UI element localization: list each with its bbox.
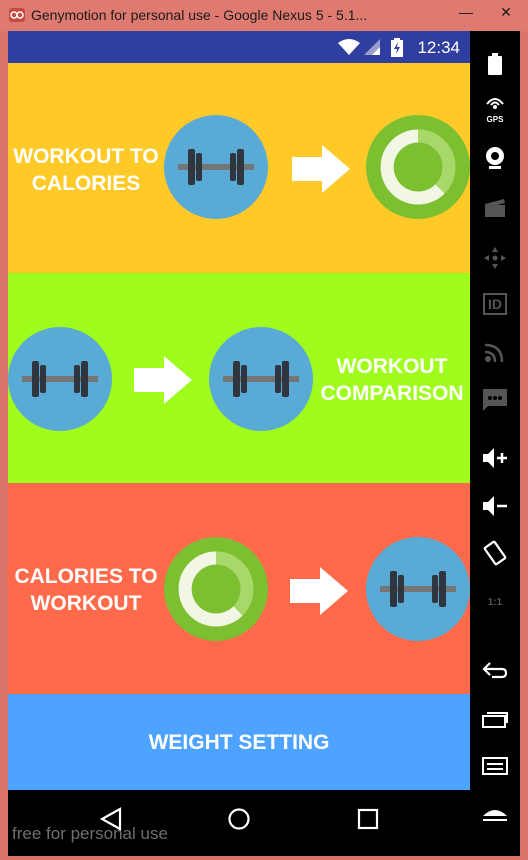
weight-setting-button[interactable]: WEIGHT SETTING	[8, 694, 470, 790]
volume-down-icon[interactable]	[470, 489, 520, 523]
dumbbell-icon	[8, 327, 112, 431]
gps-label: GPS	[486, 115, 504, 124]
dumbbell-icon	[366, 537, 470, 641]
genymotion-logo-icon	[9, 8, 25, 22]
id-label: ID	[483, 293, 507, 315]
arrow-right-icon	[290, 567, 348, 615]
weight-setting-label: WEIGHT SETTING	[148, 731, 330, 754]
gps-icon[interactable]: GPS	[470, 93, 520, 129]
window-titlebar: Genymotion for personal use - Google Nex…	[0, 0, 528, 31]
label-line-2: CALORIES	[31, 172, 141, 195]
menu-icon[interactable]	[470, 749, 520, 783]
volume-up-icon[interactable]	[470, 441, 520, 475]
workout-comparison-label: WORKOUT COMPARISON	[314, 353, 470, 407]
workout-comparison-card[interactable]: WORKOUT COMPARISON	[8, 273, 470, 483]
workout-to-calories-label: WORKOUT TO CALORIES	[8, 143, 164, 197]
cast-icon[interactable]	[470, 335, 520, 369]
id-icon[interactable]: ID	[470, 287, 520, 321]
signal-icon	[364, 39, 380, 55]
label-line-2: WORKOUT	[30, 592, 142, 615]
device-screen: 12:34 WORKOUT TO CALORIES WORKOUT COMPAR…	[8, 31, 470, 856]
watermark-text: free for personal use	[12, 824, 168, 843]
label-line-1: WORKOUT	[336, 355, 448, 378]
recents-icon[interactable]	[470, 701, 520, 735]
clapper-icon[interactable]	[470, 191, 520, 225]
home-icon[interactable]	[470, 797, 520, 831]
window-title: Genymotion for personal use - Google Nex…	[31, 7, 368, 23]
label-line-1: CALORIES TO	[14, 565, 158, 588]
label-line-1: WORKOUT TO	[13, 145, 159, 168]
dumbbell-icon	[164, 115, 268, 219]
arrow-right-icon	[134, 356, 192, 404]
android-nav-bar	[8, 790, 470, 856]
recents-icon[interactable]	[357, 807, 379, 831]
calories-ring-icon	[366, 115, 470, 219]
dpad-icon[interactable]	[470, 241, 520, 275]
label-line-2: COMPARISON	[320, 382, 464, 405]
scale-icon[interactable]: 1:1	[470, 585, 520, 619]
battery-charging-icon	[391, 38, 403, 57]
calories-to-workout-card[interactable]: CALORIES TO WORKOUT	[8, 483, 470, 694]
status-bar: 12:34	[8, 31, 470, 63]
arrow-right-icon	[292, 145, 350, 193]
webcam-icon[interactable]	[470, 141, 520, 175]
back-icon[interactable]	[470, 653, 520, 687]
close-button[interactable]: ✕	[494, 4, 518, 21]
scale-label: 1:1	[487, 596, 503, 608]
rotate-icon[interactable]	[470, 535, 520, 571]
dumbbell-icon	[209, 327, 313, 431]
minimize-button[interactable]: —	[454, 4, 478, 20]
battery-icon[interactable]	[470, 47, 520, 81]
calories-to-workout-label: CALORIES TO WORKOUT	[8, 563, 164, 617]
status-clock: 12:34	[417, 38, 460, 57]
wifi-icon	[338, 39, 360, 55]
emulator-sidebar: GPS ID 1:1	[470, 31, 520, 856]
sms-icon[interactable]	[470, 383, 520, 417]
calories-ring-icon	[164, 537, 268, 641]
workout-to-calories-card[interactable]: WORKOUT TO CALORIES	[8, 63, 470, 273]
home-icon[interactable]	[227, 807, 251, 831]
